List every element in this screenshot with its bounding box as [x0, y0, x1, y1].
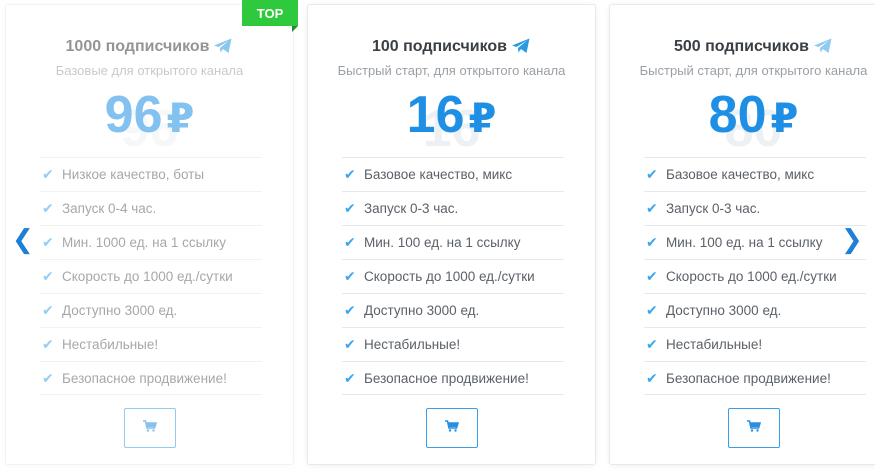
- next-arrow-icon[interactable]: ❯: [841, 224, 863, 255]
- cart-icon: [142, 419, 157, 437]
- price-value: 80: [708, 86, 767, 144]
- telegram-icon: [511, 38, 531, 59]
- list-item: ✔ Доступно 3000 ед.: [40, 293, 262, 327]
- list-item: ✔ Нестабильные!: [644, 327, 866, 361]
- card-title: 100 подписчиков: [308, 38, 595, 59]
- check-icon: ✔: [646, 302, 658, 318]
- check-icon: ✔: [42, 166, 54, 182]
- list-item: ✔ Нестабильные!: [40, 327, 262, 361]
- list-item: ✔ Мин. 100 ед. на 1 ссылку: [644, 225, 866, 259]
- card-subtitle: Быстрый старт, для открытого канала: [639, 63, 868, 78]
- list-item: ✔ Безопасное продвижение!: [342, 361, 564, 395]
- card-title: 1000 подписчиков: [6, 38, 293, 59]
- price-value: 16: [406, 86, 465, 144]
- card-subtitle: Базовые для открытого канала: [55, 63, 244, 78]
- top-badge: TOP: [242, 0, 298, 26]
- feature-list: ✔ Базовое качество, микс ✔ Запуск 0-3 час.…: [644, 157, 866, 395]
- list-item: ✔ Доступно 3000 ед.: [342, 293, 564, 327]
- check-icon: ✔: [42, 268, 54, 284]
- previous-arrow-icon[interactable]: ❮: [12, 224, 34, 255]
- currency-symbol: ₽: [770, 97, 799, 141]
- check-icon: ✔: [344, 268, 356, 284]
- check-icon: ✔: [646, 369, 658, 386]
- list-item: ✔ Мин. 100 ед. на 1 ссылку: [342, 225, 564, 259]
- list-item: ✔ Мин. 1000 ед. на 1 ссылку: [40, 225, 262, 259]
- check-icon: ✔: [344, 302, 356, 318]
- card-subtitle: Быстрый старт, для открытого канала: [337, 63, 566, 78]
- check-icon: ✔: [344, 200, 356, 216]
- list-item: ✔ Доступно 3000 ед.: [644, 293, 866, 327]
- pricing-card-1000-subscribers: 1000 подписчиков Базовые для открытого к…: [5, 4, 294, 465]
- check-icon: ✔: [646, 268, 658, 284]
- list-item: ✔ Нестабильные!: [342, 327, 564, 361]
- check-icon: ✔: [344, 336, 356, 352]
- add-to-cart-button[interactable]: [123, 408, 176, 448]
- currency-symbol: ₽: [468, 97, 497, 141]
- list-item: ✔ Безопасное продвижение!: [40, 361, 262, 395]
- pricing-carousel: 1000 подписчиков Базовые для открытого к…: [0, 0, 875, 471]
- telegram-icon: [213, 38, 233, 59]
- list-item: ✔ Запуск 0-3 час.: [342, 191, 564, 225]
- check-icon: ✔: [646, 166, 658, 182]
- check-icon: ✔: [646, 234, 658, 250]
- list-item: ✔ Запуск 0-3 час.: [644, 191, 866, 225]
- price-value: 96: [104, 86, 163, 144]
- check-icon: ✔: [42, 336, 54, 352]
- currency-symbol: ₽: [166, 97, 195, 141]
- check-icon: ✔: [646, 200, 658, 216]
- feature-list: ✔ Базовое качество, микс ✔ Запуск 0-3 час.…: [342, 157, 564, 395]
- pricing-card-500-subscribers: 500 подписчиков Быстрый старт, для откры…: [609, 4, 875, 465]
- price: 16 16 ₽: [308, 85, 595, 158]
- check-icon: ✔: [344, 166, 356, 182]
- price: 80 80 ₽: [610, 85, 875, 158]
- list-item: ✔ Безопасное продвижение!: [644, 361, 866, 395]
- check-icon: ✔: [42, 302, 54, 318]
- check-icon: ✔: [42, 200, 54, 216]
- check-icon: ✔: [344, 369, 356, 386]
- card-title: 500 подписчиков: [610, 38, 875, 59]
- feature-list: ✔ Низкое качество, боты ✔ Запуск 0-4 час. …: [40, 157, 262, 395]
- check-icon: ✔: [646, 336, 658, 352]
- list-item: ✔ Базовое качество, микс: [342, 157, 564, 191]
- price: 96 96 ₽: [6, 85, 293, 158]
- list-item: ✔ Скорость до 1000 ед./сутки: [342, 259, 564, 293]
- check-icon: ✔: [344, 234, 356, 250]
- list-item: ✔ Низкое качество, боты: [40, 157, 262, 191]
- cart-icon: [746, 419, 761, 437]
- add-to-cart-button[interactable]: [727, 408, 780, 448]
- list-item: ✔ Запуск 0-4 час.: [40, 191, 262, 225]
- top-badge-fold: [292, 26, 298, 32]
- telegram-icon: [813, 38, 833, 59]
- list-item: ✔ Базовое качество, микс: [644, 157, 866, 191]
- list-item: ✔ Скорость до 1000 ед./сутки: [644, 259, 866, 293]
- list-item: ✔ Скорость до 1000 ед./сутки: [40, 259, 262, 293]
- cart-icon: [444, 419, 459, 437]
- pricing-card-100-subscribers: 100 подписчиков Быстрый старт, для откры…: [307, 4, 596, 465]
- check-icon: ✔: [42, 234, 54, 250]
- add-to-cart-button[interactable]: [425, 408, 478, 448]
- check-icon: ✔: [42, 369, 54, 386]
